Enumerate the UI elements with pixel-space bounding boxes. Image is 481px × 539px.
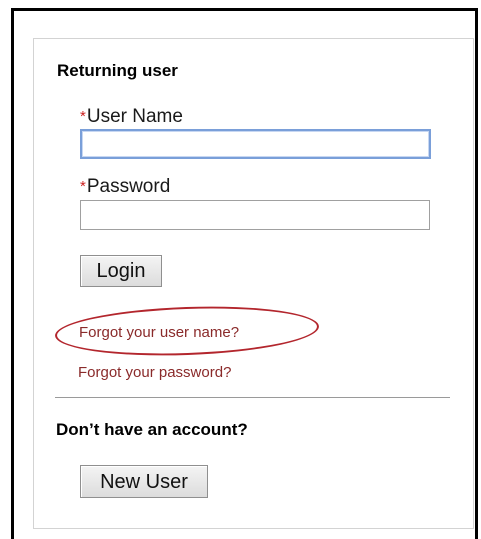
username-label: *User Name xyxy=(80,106,183,128)
no-account-heading: Don’t have an account? xyxy=(56,420,248,439)
forgot-password-link[interactable]: Forgot your password? xyxy=(78,364,231,381)
password-label-text: Password xyxy=(86,176,171,197)
password-label: *Password xyxy=(80,176,170,198)
returning-user-heading: Returning user xyxy=(57,61,178,80)
username-input[interactable] xyxy=(80,129,431,159)
section-divider xyxy=(55,397,450,398)
new-user-button[interactable]: New User xyxy=(80,465,208,498)
login-button[interactable]: Login xyxy=(80,255,162,287)
password-input[interactable] xyxy=(80,200,430,230)
required-asterisk: * xyxy=(80,178,86,195)
forgot-username-link[interactable]: Forgot your user name? xyxy=(79,324,239,341)
username-label-text: User Name xyxy=(86,106,183,127)
required-asterisk: * xyxy=(80,108,86,125)
